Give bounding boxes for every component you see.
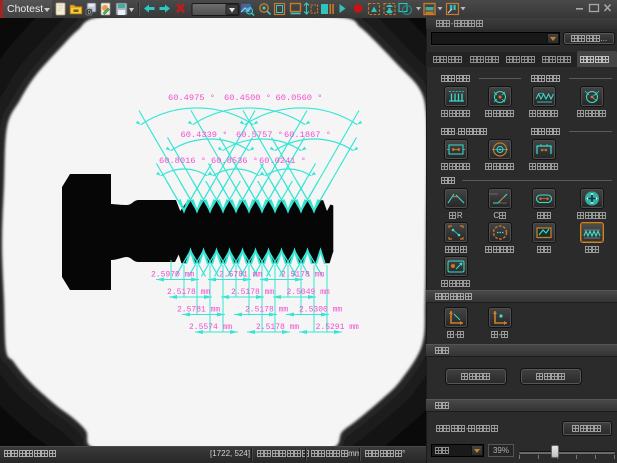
- svg-text:D: D: [88, 10, 92, 16]
- svg-text:2.5178 mm: 2.5178 mm: [245, 306, 288, 315]
- svg-text:60.8536 °: 60.8536 °: [211, 156, 258, 166]
- svg-text:60.1867 °: 60.1867 °: [284, 130, 331, 140]
- svg-text:2.5291 mm: 2.5291 mm: [316, 323, 359, 332]
- svg-text:60.5757 °: 60.5757 °: [236, 130, 283, 140]
- svg-text:2.5178 mm: 2.5178 mm: [281, 271, 324, 280]
- svg-text:2.5300 mm: 2.5300 mm: [299, 306, 342, 315]
- svg-text:60.8016 °: 60.8016 °: [159, 156, 206, 166]
- svg-text:2.5781 mm: 2.5781 mm: [219, 271, 262, 280]
- svg-text:60.0241 °: 60.0241 °: [259, 156, 306, 166]
- svg-text:2.5178 mm: 2.5178 mm: [231, 288, 274, 297]
- svg-text:60.4975 °: 60.4975 °: [168, 93, 215, 103]
- svg-text:60.4339 °: 60.4339 °: [181, 130, 228, 140]
- svg-text:60.0560 °: 60.0560 °: [276, 93, 323, 103]
- svg-text:60.4500 °: 60.4500 °: [224, 93, 271, 103]
- svg-text:2.5970 mm: 2.5970 mm: [151, 271, 194, 280]
- svg-text:2.5178 mm: 2.5178 mm: [167, 288, 210, 297]
- svg-text:2.5049 mm: 2.5049 mm: [287, 288, 330, 297]
- svg-text:2.5178 mm: 2.5178 mm: [256, 323, 299, 332]
- svg-text:2.5574 mm: 2.5574 mm: [189, 323, 232, 332]
- svg-text:2.5781 mm: 2.5781 mm: [177, 306, 220, 315]
